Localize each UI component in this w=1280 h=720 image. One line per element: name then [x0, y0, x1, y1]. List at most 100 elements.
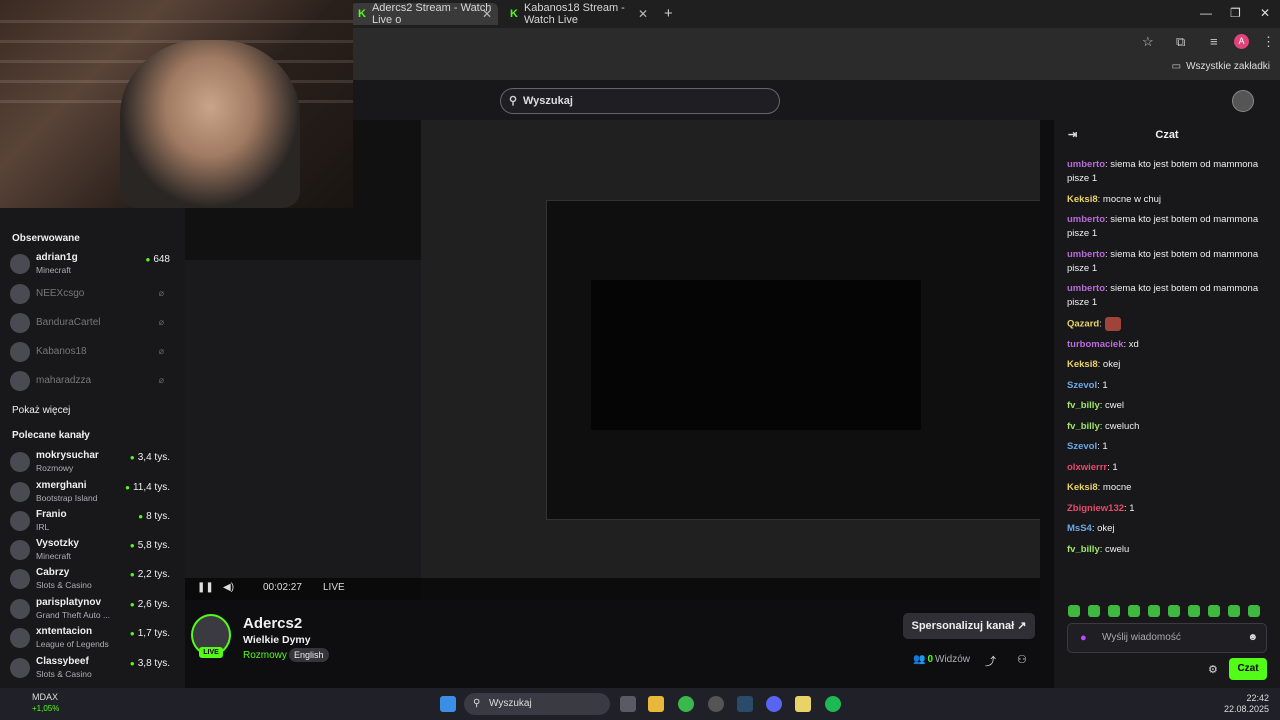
close-tab-icon[interactable]: ✕ — [638, 7, 648, 21]
star-icon[interactable]: ☆ — [1142, 34, 1154, 50]
chrome-icon[interactable] — [678, 696, 694, 712]
chat-username[interactable]: Szevol — [1067, 380, 1097, 391]
follow-icon[interactable]: ⚇ — [1017, 653, 1027, 666]
sidebar-item-banduracartel[interactable]: BanduraCartel ⌀ — [10, 309, 180, 337]
chat-username[interactable]: Keksi8 — [1067, 194, 1098, 205]
sidebar-item-franio[interactable]: Franio IRL 8 tys. — [10, 507, 180, 535]
app-icon[interactable] — [795, 696, 811, 712]
sidebar-item-parisplatynov[interactable]: parisplatynov Grand Theft Auto ... 2,6 t… — [10, 595, 180, 623]
stream-category[interactable]: Rozmowy — [243, 650, 287, 661]
mic-icon[interactable]: ● — [1080, 624, 1087, 652]
user-avatar[interactable] — [1232, 90, 1254, 112]
sidebar-item-mokrysuchar[interactable]: mokrysuchar Rozmowy 3,4 tys. — [10, 448, 180, 476]
tab-label: Adercs2 Stream - Watch Live o — [371, 2, 492, 26]
chat-username[interactable]: turbomaciek — [1067, 339, 1124, 350]
chat-username[interactable]: Keksi8 — [1067, 359, 1098, 370]
channel-name: xntentacion — [36, 626, 93, 637]
channel-category: Grand Theft Auto ... — [36, 610, 111, 620]
sidebar-item-adrian1g[interactable]: adrian1g Minecraft 648 — [10, 250, 180, 278]
collapse-chat-icon[interactable]: ⇥ — [1068, 120, 1077, 150]
streamer-name[interactable]: Adercs2 — [243, 615, 302, 632]
app-icon[interactable] — [708, 696, 724, 712]
avatar — [10, 482, 30, 502]
windows-start-icon[interactable] — [440, 696, 456, 712]
chat-username[interactable]: umberto — [1067, 159, 1105, 170]
emote-icon[interactable] — [1228, 605, 1240, 617]
chat-message: Szevol: 1 — [1067, 441, 1108, 453]
clock[interactable]: 22:42 22.08.2025 — [1224, 693, 1269, 715]
chat-input[interactable]: ● Wyślij wiadomość ☻ — [1067, 623, 1267, 653]
all-bookmarks-button[interactable]: ▭ Wszystkie zakładki — [1172, 61, 1270, 72]
discord-icon[interactable] — [766, 696, 782, 712]
chat-username[interactable]: umberto — [1067, 249, 1105, 260]
search-placeholder: Wyszukaj — [523, 95, 573, 107]
close-window-icon[interactable]: ✕ — [1260, 6, 1270, 20]
stock-widget[interactable]: MDAX +1,05% — [32, 692, 59, 714]
sidebar-item-kabanos18[interactable]: Kabanos18 ⌀ — [10, 338, 180, 366]
viewer-count: 2,2 tys. — [130, 569, 170, 580]
browser-tab-kabanos18[interactable]: K Kabanos18 Stream - Watch Live ✕ — [502, 2, 654, 26]
sidebar-item-neexcsgo[interactable]: NEEXcsgo ⌀ — [10, 280, 180, 308]
browser-profile-avatar[interactable]: A — [1234, 34, 1249, 49]
avatar — [10, 452, 30, 472]
new-tab-icon[interactable]: + — [664, 5, 673, 22]
nested-video-capture — [591, 280, 921, 430]
avatar — [10, 569, 30, 589]
channel-category: Rozmowy — [36, 463, 74, 473]
search-input[interactable]: ⚲ Wyszukaj — [500, 88, 780, 114]
chat-username[interactable]: Zbigniew132 — [1067, 503, 1124, 514]
chat-username[interactable]: fv_billy — [1067, 400, 1100, 411]
channel-name: Franio — [36, 509, 67, 520]
menu-icon[interactable]: ⋮ — [1262, 34, 1275, 50]
sidebar-item-cabrzy[interactable]: Cabrzy Slots & Casino 2,2 tys. — [10, 565, 180, 593]
taskbar-search[interactable]: ⚲ Wyszukaj — [464, 693, 610, 715]
chat-username[interactable]: Szevol — [1067, 441, 1097, 452]
emote-icon[interactable] — [1188, 605, 1200, 617]
emote-icon[interactable] — [1068, 605, 1080, 617]
sidebar-item-xntentacion[interactable]: xntentacion League of Legends 1,7 tys. — [10, 624, 180, 652]
play-pause-icon[interactable]: ❚❚ — [197, 582, 214, 593]
language-tag[interactable]: English — [289, 648, 329, 662]
minimize-icon[interactable]: — — [1200, 6, 1212, 20]
extensions-icon[interactable]: ⧉ — [1176, 34, 1185, 50]
steam-icon[interactable] — [737, 696, 753, 712]
emote-icon[interactable] — [1128, 605, 1140, 617]
emoji-icon[interactable]: ☻ — [1247, 624, 1258, 652]
chat-username[interactable]: fv_billy — [1067, 544, 1100, 555]
emote-icon[interactable] — [1208, 605, 1220, 617]
maximize-icon[interactable]: ❐ — [1230, 6, 1241, 20]
browser-tab-adercs2[interactable]: K Adercs2 Stream - Watch Live o ✕ — [350, 2, 498, 26]
emote-icon[interactable] — [1088, 605, 1100, 617]
folder-icon: ▭ — [1171, 61, 1182, 72]
show-more-link[interactable]: Pokaż więcej — [12, 405, 70, 416]
sidebar-item-classybeef[interactable]: Classybeef Slots & Casino 3,8 tys. — [10, 654, 180, 682]
emote-icon[interactable] — [1108, 605, 1120, 617]
media-icon[interactable]: ≡ — [1210, 34, 1218, 49]
sidebar-item-vysotzky[interactable]: Vysotzky Minecraft 5,8 tys. — [10, 536, 180, 564]
clock-date: 22.08.2025 — [1224, 704, 1270, 714]
chat-username[interactable]: olxwierrr — [1067, 462, 1107, 473]
file-explorer-icon[interactable] — [648, 696, 664, 712]
chat-username[interactable]: fv_billy — [1067, 421, 1100, 432]
task-view-icon[interactable] — [620, 696, 636, 712]
close-tab-icon[interactable]: ✕ — [482, 7, 492, 21]
chat-username[interactable]: MsS4 — [1067, 523, 1092, 534]
emote-icon[interactable] — [1248, 605, 1260, 617]
emote-icon[interactable] — [1148, 605, 1160, 617]
sidebar-item-maharadzza[interactable]: maharadzza ⌀ — [10, 367, 180, 395]
share-icon[interactable]: ⤴ — [985, 653, 996, 669]
emote-icon[interactable] — [1168, 605, 1180, 617]
gear-icon[interactable]: ⚙ — [1208, 663, 1218, 676]
chat-send-button[interactable]: Czat — [1229, 658, 1267, 680]
chat-message: umberto: siema kto jest botem od mammona… — [1067, 248, 1259, 274]
volume-icon[interactable]: ◀) — [223, 582, 234, 593]
spotify-icon[interactable] — [825, 696, 841, 712]
personalize-channel-button[interactable]: Spersonalizuj kanał ↗ — [903, 613, 1035, 639]
chat-username[interactable]: Keksi8 — [1067, 482, 1098, 493]
chat-username[interactable]: umberto — [1067, 283, 1105, 294]
chat-username[interactable]: umberto — [1067, 214, 1105, 225]
channel-name: Cabrzy — [36, 567, 70, 578]
emote-bar — [1068, 604, 1268, 622]
chat-username[interactable]: Qazard — [1067, 318, 1099, 329]
sidebar-item-xmerghani[interactable]: xmerghani Bootstrap Island 11,4 tys. — [10, 478, 180, 506]
